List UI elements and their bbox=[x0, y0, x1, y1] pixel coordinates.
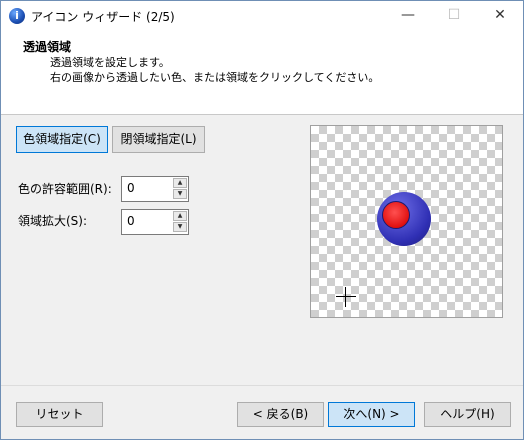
wizard-window: i アイコン ウィザード (2/5) — ☐ ✕ 透過領域 透過領域を設定します… bbox=[0, 0, 524, 440]
tolerance-down-button[interactable]: ▼ bbox=[173, 189, 187, 199]
step-description-1: 透過領域を設定します。 bbox=[50, 56, 170, 69]
expand-down-button[interactable]: ▼ bbox=[173, 222, 187, 232]
help-button[interactable]: ヘルプ(H) bbox=[424, 402, 511, 427]
expand-label: 領域拡大(S): bbox=[18, 214, 88, 228]
tab-closed-region[interactable]: 閉領域指定(L) bbox=[112, 126, 205, 153]
icon-ball-image[interactable] bbox=[377, 192, 431, 246]
back-button[interactable]: < 戻る(B) bbox=[237, 402, 324, 427]
close-button[interactable]: ✕ bbox=[477, 1, 523, 31]
footer-divider bbox=[1, 385, 523, 386]
expand-value[interactable]: 0 bbox=[127, 214, 135, 228]
expand-spin-buttons: ▲ ▼ bbox=[173, 211, 187, 233]
title-bar: i アイコン ウィザード (2/5) — ☐ ✕ bbox=[1, 1, 523, 31]
step-title: 透過領域 bbox=[23, 40, 72, 54]
expand-up-button[interactable]: ▲ bbox=[173, 211, 187, 221]
next-button[interactable]: 次へ(N) > bbox=[328, 402, 415, 427]
maximize-button[interactable]: ☐ bbox=[431, 1, 477, 31]
tab-color-region[interactable]: 色領域指定(C) bbox=[16, 126, 108, 153]
step-description-2: 右の画像から透過したい色、または領域をクリックしてください。 bbox=[50, 71, 380, 84]
tolerance-spin-buttons: ▲ ▼ bbox=[173, 178, 187, 200]
tolerance-value[interactable]: 0 bbox=[127, 181, 135, 195]
image-preview[interactable] bbox=[310, 125, 503, 318]
window-title: アイコン ウィザード (2/5) bbox=[31, 10, 175, 24]
minimize-button[interactable]: — bbox=[385, 1, 431, 31]
tolerance-spinner[interactable]: 0 ▲ ▼ bbox=[121, 176, 189, 202]
info-icon: i bbox=[9, 8, 25, 24]
wizard-header: 透過領域 透過領域を設定します。 右の画像から透過したい色、または領域をクリック… bbox=[1, 31, 523, 115]
icon-ball-highlight[interactable] bbox=[382, 201, 410, 229]
crosshair-cursor-icon bbox=[336, 287, 356, 307]
tolerance-label: 色の許容範囲(R): bbox=[18, 182, 112, 196]
reset-button[interactable]: リセット bbox=[16, 402, 103, 427]
tolerance-up-button[interactable]: ▲ bbox=[173, 178, 187, 188]
expand-spinner[interactable]: 0 ▲ ▼ bbox=[121, 209, 189, 235]
